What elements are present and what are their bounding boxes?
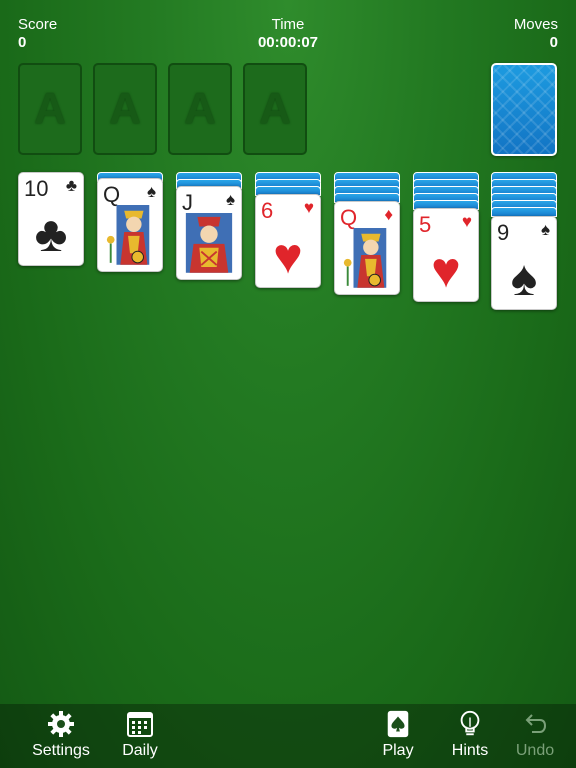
hints-label: Hints bbox=[451, 742, 489, 759]
card-rank: 10 bbox=[24, 176, 49, 201]
foundation-pile-3[interactable]: A bbox=[168, 63, 232, 155]
club-icon: ♣ bbox=[65, 176, 77, 195]
heart-icon: ♥ bbox=[303, 198, 314, 217]
moves-value: 0 bbox=[549, 34, 558, 51]
lightbulb-icon bbox=[460, 710, 480, 736]
heart-icon: ♥ bbox=[431, 242, 461, 298]
time-value: 00:00:07 bbox=[257, 34, 319, 51]
foundation-pile-1[interactable]: A bbox=[18, 63, 82, 155]
spade-icon: ♠ bbox=[510, 250, 538, 306]
tableau-card-6[interactable]: 5 ♥ ♥ bbox=[413, 208, 479, 302]
spade-icon: ♠ bbox=[146, 182, 156, 201]
foundation-ace-label: A bbox=[34, 84, 66, 133]
jack-face-icon bbox=[185, 213, 233, 273]
hints-button[interactable]: Hints bbox=[435, 710, 505, 760]
card-rank: 5 bbox=[419, 212, 432, 237]
foundation-ace-label: A bbox=[184, 84, 216, 133]
settings-button[interactable]: Settings bbox=[26, 710, 96, 760]
tableau-card-5[interactable]: Q ♦ bbox=[334, 201, 400, 295]
card-rank: 6 bbox=[261, 198, 274, 223]
undo-button[interactable]: Undo bbox=[500, 710, 570, 760]
stock-pile[interactable] bbox=[491, 63, 557, 156]
play-label: Play bbox=[382, 742, 414, 759]
settings-label: Settings bbox=[32, 742, 90, 759]
tableau-card-1[interactable]: 10 ♣ ♣ bbox=[18, 172, 84, 266]
queen-face-icon bbox=[343, 228, 387, 288]
moves-label: Moves bbox=[513, 16, 558, 33]
tableau-card-2[interactable]: Q ♠ bbox=[97, 178, 163, 272]
spade-card-icon bbox=[387, 710, 409, 738]
club-icon: ♣ bbox=[34, 206, 68, 262]
tableau-card-4[interactable]: 6 ♥ ♥ bbox=[255, 194, 321, 288]
foundation-pile-2[interactable]: A bbox=[93, 63, 157, 155]
daily-label: Daily bbox=[122, 742, 158, 759]
spade-icon: ♠ bbox=[540, 220, 550, 239]
undo-label: Undo bbox=[515, 742, 555, 759]
play-button[interactable]: Play bbox=[363, 710, 433, 760]
foundation-ace-label: A bbox=[259, 84, 291, 133]
time-display: Time 00:00:07 bbox=[0, 16, 576, 52]
time-label: Time bbox=[271, 16, 305, 33]
tableau-card-7[interactable]: 9 ♠ ♠ bbox=[491, 216, 557, 310]
gear-icon bbox=[48, 711, 74, 737]
daily-button[interactable]: Daily bbox=[105, 710, 175, 760]
moves-display: Moves 0 bbox=[514, 16, 558, 52]
card-rank: 9 bbox=[497, 220, 510, 245]
diamond-icon: ♦ bbox=[384, 205, 393, 224]
foundation-ace-label: A bbox=[109, 84, 141, 133]
spade-icon: ♠ bbox=[225, 190, 235, 209]
heart-icon: ♥ bbox=[461, 212, 472, 231]
heart-icon: ♥ bbox=[273, 228, 303, 284]
calendar-icon bbox=[127, 712, 153, 737]
bottom-toolbar: Settings Daily Play Hints Undo bbox=[0, 704, 576, 768]
tableau-card-3[interactable]: J ♠ bbox=[176, 186, 242, 280]
foundation-pile-4[interactable]: A bbox=[243, 63, 307, 155]
undo-icon bbox=[525, 714, 547, 733]
queen-face-icon bbox=[106, 205, 150, 265]
